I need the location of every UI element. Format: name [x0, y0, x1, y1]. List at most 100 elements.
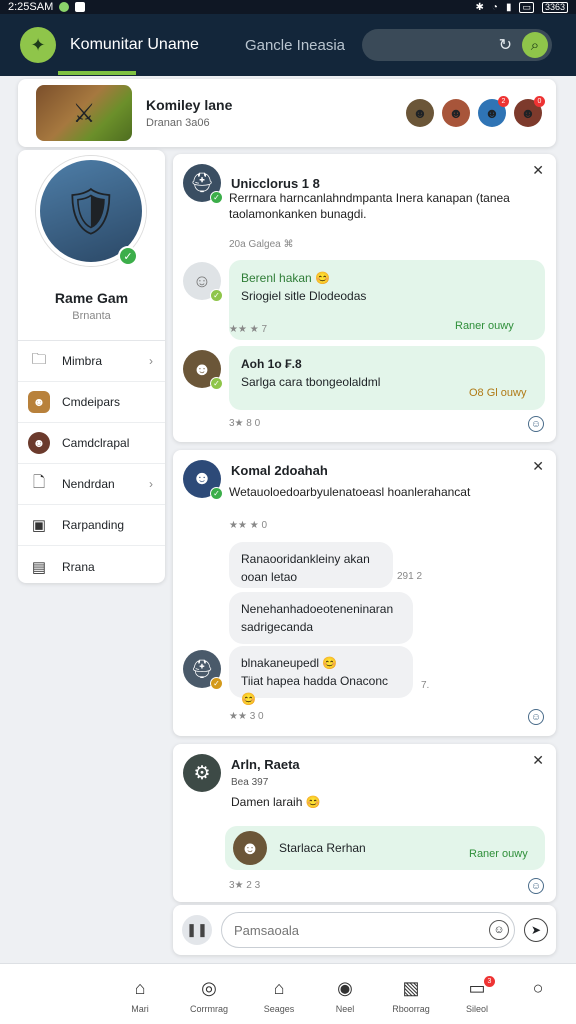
- status-bar: 2:25SAM ✱ ◔ ▮ ▭ 3363: [0, 0, 576, 14]
- tab-community[interactable]: Komunitar Uname: [70, 36, 199, 54]
- nav-item-stats[interactable]: ▭ 3 Sileol: [442, 976, 512, 1014]
- app-header: ✦ Komunitar Uname Gancle Ineasia ↻ ⌕: [0, 14, 576, 76]
- member-avatar[interactable]: ☻ 0: [514, 96, 545, 127]
- profile-sidebar: 🛡 ✓ Rame Gam Brnanta 🗀 Mimbra › ☻ Cmdeip…: [18, 150, 165, 583]
- whatsapp-icon: [59, 2, 70, 12]
- post-body: Rerrnara harncanlahndmpanta Inera kanapa…: [229, 191, 510, 205]
- author-avatar[interactable]: ☻ ✓: [183, 460, 223, 500]
- nav-item-home[interactable]: ⌂ Mari: [105, 976, 175, 1014]
- reaction-icon[interactable]: ☺: [528, 709, 544, 725]
- reaction-icon[interactable]: ☺: [528, 878, 544, 894]
- nav-item-pages[interactable]: ⌂ Seages: [244, 976, 314, 1014]
- verified-icon: ✓: [210, 289, 223, 302]
- member-avatar[interactable]: ☻ 2: [478, 96, 509, 127]
- reply-link[interactable]: Raner ouwy: [469, 848, 528, 860]
- nav-label: Neel: [335, 1004, 355, 1014]
- post-body: Damen laraih 😊: [231, 795, 321, 809]
- app-logo[interactable]: ✦: [20, 27, 56, 63]
- comment-text: blnakaneupedl 😊: [241, 656, 338, 670]
- close-icon[interactable]: ✕: [532, 752, 544, 769]
- battery-icon: ▭: [519, 1, 534, 13]
- nav-item-news[interactable]: ◉ Neel: [310, 976, 380, 1014]
- refresh-icon[interactable]: ↻: [499, 35, 512, 55]
- sidebar-item-rrana[interactable]: ▤ Rrana: [18, 546, 165, 587]
- sidebar-menu: 🗀 Mimbra › ☻ Cmdeipars ☻ Camdclrapal 🗋 N…: [18, 340, 165, 587]
- author-avatar[interactable]: ☺ ✓: [183, 262, 223, 302]
- comment-bubble[interactable]: Aoh 1o ₣.8 Sarlga cara tbongeolaldml: [229, 346, 545, 410]
- folder-icon: 🗀: [31, 350, 47, 368]
- comment-text: ooan letao: [241, 570, 298, 584]
- comment-meta: ★★ ★ 7: [229, 324, 268, 335]
- close-icon[interactable]: ✕: [532, 162, 544, 179]
- comment-meta: 3★ 2 3: [229, 880, 261, 891]
- post-card: ⛑ ✓ Unicclorus 1 8 ✕ Rerrnara harncanlahn…: [173, 154, 556, 442]
- post-author: Unicclorus 1 8: [231, 175, 320, 191]
- status-time: 2:25SAM: [8, 1, 54, 13]
- reply-text: Starlaca Rerhan: [279, 841, 366, 855]
- member-avatar[interactable]: ☻: [406, 99, 434, 127]
- comment-text: Tiiat hapea hadda Onaconc 😊: [241, 674, 388, 706]
- author-avatar[interactable]: ☻ ✓: [183, 350, 223, 390]
- group-name: Komiley lane: [146, 97, 233, 113]
- nav-item-boards[interactable]: ▧ Rboorrag: [376, 976, 446, 1014]
- nav-item-community[interactable]: ◎ Corrmrag: [174, 976, 244, 1014]
- online-check-icon: ✓: [118, 246, 138, 266]
- post-meta: 20a Galgea ⌘: [229, 239, 294, 250]
- more-icon: ○: [532, 978, 544, 998]
- reply-link[interactable]: Raner ouwy: [455, 320, 514, 332]
- comment-text: sadrigecanda: [241, 620, 314, 634]
- author-avatar[interactable]: ⛑ ✓: [183, 164, 223, 204]
- group-banner[interactable]: ⚔ Komiley lane Dranan 3a06 ☻ ☻ ☻ 2 ☻ 0: [18, 79, 556, 147]
- sidebar-item-members[interactable]: 🗀 Mimbra ›: [18, 341, 165, 382]
- nav-item-more[interactable]: ○: [503, 976, 573, 1004]
- close-icon[interactable]: ✕: [532, 458, 544, 475]
- comment-bubble[interactable]: Nenehanhadoeoteneninaran sadrigecanda: [229, 592, 413, 644]
- compass-icon: ◎: [201, 978, 217, 998]
- author-avatar[interactable]: ⛑ ✓: [183, 650, 223, 690]
- record-icon: ▣: [31, 517, 47, 534]
- sidebar-item-label: Rarpanding: [62, 518, 125, 532]
- reply-link[interactable]: O8 Gl ouwy: [469, 387, 526, 399]
- comment-text: Sriogiel sitle Dlodeodas: [241, 289, 367, 303]
- nav-label: Sileol: [465, 1004, 488, 1014]
- post-card: ⚙ Arln, Raeta ✕ Bea 397 Damen laraih 😊 ☻…: [173, 744, 556, 902]
- document-icon: 🗋: [32, 473, 46, 491]
- send-button[interactable]: ➤: [524, 918, 548, 942]
- comment-time: 291 2: [397, 571, 423, 582]
- home-icon: ⌂: [134, 978, 146, 998]
- message-input[interactable]: [221, 912, 515, 948]
- comment-bubble[interactable]: blnakaneupedl 😊 Tiiat hapea hadda Onacon…: [229, 646, 413, 706]
- nav-label: Mari: [131, 1004, 149, 1014]
- reaction-icon[interactable]: ☺: [528, 416, 544, 432]
- search-button[interactable]: ⌕: [522, 32, 548, 58]
- sidebar-item-nendrdan[interactable]: 🗋 Nendrdan ›: [18, 464, 165, 505]
- panel-icon: ▤: [31, 558, 47, 576]
- stats-icon: ▭ 3: [442, 976, 512, 1000]
- sidebar-item-label: Rrana: [62, 559, 95, 574]
- verified-icon: ✓: [210, 487, 223, 500]
- group-subtitle: Dranan 3a06: [146, 117, 210, 129]
- comment-time: 7.: [421, 680, 430, 691]
- comment-bubble[interactable]: Ranaooridankleiny akan ooan letao: [229, 542, 393, 588]
- comment-text: Nenehanhadoeoteneninaran: [241, 602, 394, 616]
- post-card: ☻ ✓ Komal 2doahah ✕ Wetauoloedoarbyulenat…: [173, 450, 556, 736]
- tab-games[interactable]: Gancle Ineasia: [245, 37, 345, 54]
- profile-subtitle: Brnanta: [72, 310, 111, 322]
- emoji-icon[interactable]: ☺: [489, 920, 509, 940]
- nav-label: Seages: [263, 1004, 295, 1014]
- author-avatar[interactable]: ⚙: [183, 754, 221, 792]
- comment-title: Berenl hakan 😊: [241, 271, 330, 285]
- post-body: taolamonkanken bunagdi.: [229, 207, 367, 221]
- member-avatar[interactable]: ☻: [442, 99, 470, 127]
- sidebar-item-rarpanding[interactable]: ▣ Rarpanding: [18, 505, 165, 546]
- post-author: Arln, Raeta: [231, 756, 300, 772]
- chevron-right-icon: ›: [149, 354, 153, 368]
- microphone-button[interactable]: ❚❚: [182, 915, 212, 945]
- search-input[interactable]: [376, 35, 476, 55]
- sidebar-item-cmdeipars[interactable]: ☻ Cmdeipars: [18, 382, 165, 423]
- wifi-icon: ◔: [491, 1, 498, 13]
- sidebar-item-camdclrapal[interactable]: ☻ Camdclrapal: [18, 423, 165, 464]
- notification-icon: [75, 2, 86, 12]
- nav-label: Rboorrag: [392, 1004, 430, 1014]
- bottom-navigation: ⌂ Mari ◎ Corrmrag ⌂ Seages ◉ Neel ▧ Rboo…: [0, 963, 576, 1024]
